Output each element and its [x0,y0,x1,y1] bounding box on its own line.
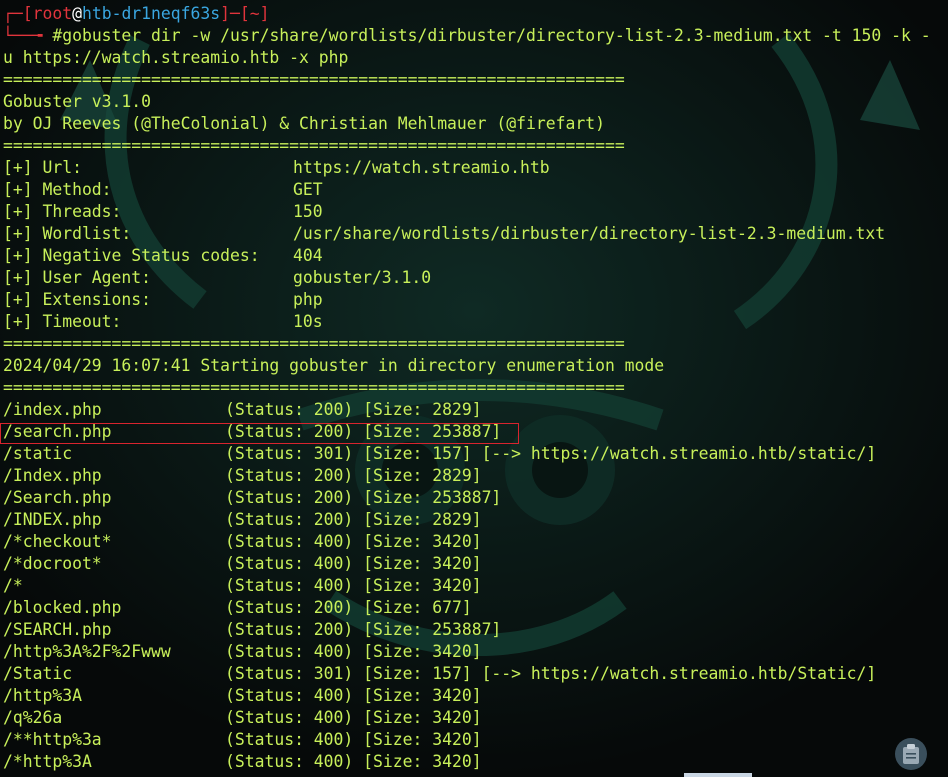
prompt-dir: ~ [249,4,260,23]
separator: ========================================… [3,378,625,397]
result-row: /INDEX.php (Status: 200) [Size: 2829] [3,509,948,531]
prompt-line: ┌─[root@htb-dr1neqf63s]─[~] [3,4,270,23]
result-row: /index.php (Status: 200) [Size: 2829] [3,399,948,421]
taskbar-indicator [684,773,752,777]
separator: ========================================… [3,70,625,89]
result-info: (Status: 400) [Size: 3420] [225,576,482,595]
config-label: [+] Url: [3,158,82,177]
result-info: (Status: 400) [Size: 3420] [225,642,482,661]
config-value: php [293,290,323,309]
result-path: /Static [3,664,73,683]
result-info: (Status: 400) [Size: 3420] [225,708,482,727]
result-path: /*http%3A [3,752,92,771]
config-value: 10s [293,312,323,331]
config-row: [+] Negative Status codes: 404 [3,245,948,267]
clipboard-button[interactable] [895,738,927,770]
result-path: /*checkout* [3,532,112,551]
config-value: 404 [293,246,323,265]
result-info: (Status: 200) [Size: 677] [225,598,472,617]
config-label: [+] Wordlist: [3,224,132,243]
result-path: /**http%3a [3,730,102,749]
separator: ========================================… [3,334,625,353]
result-row: /http%3A%2F%2Fwww (Status: 400) [Size: 34… [3,641,948,663]
result-row: /http%3A (Status: 400) [Size: 3420] [3,685,948,707]
prompt-user: root [32,4,73,23]
config-value: gobuster/3.1.0 [293,268,432,287]
result-row: /*checkout* (Status: 400) [Size: 3420] [3,531,948,553]
config-label: [+] Threads: [3,202,122,221]
result-path: /Search.php [3,488,112,507]
separator: ========================================… [3,136,625,155]
prompt-at: @ [72,4,82,23]
result-path: /q%26a [3,708,63,727]
result-path: /static [3,444,73,463]
config-row: [+] User Agent: gobuster/3.1.0 [3,267,948,289]
result-row: /*docroot* (Status: 400) [Size: 3420] [3,553,948,575]
result-path: /Index.php [3,466,102,485]
result-path: /blocked.php [3,598,122,617]
prompt-host: htb-dr1neqf63s [81,4,221,23]
result-path: /* [3,576,23,595]
highlight-box [0,423,519,444]
command-text: #gobuster dir -w /usr/share/wordlists/di… [52,26,931,45]
result-info: (Status: 200) [Size: 253887] [225,488,502,507]
result-info: (Status: 400) [Size: 3420] [225,532,482,551]
result-row: /blocked.php (Status: 200) [Size: 677] [3,597,948,619]
result-info: (Status: 400) [Size: 3420] [225,686,482,705]
config-label: [+] Extensions: [3,290,152,309]
result-info: (Status: 200) [Size: 253887] [225,620,502,639]
config-row: [+] Threads: 150 [3,201,948,223]
config-value: /usr/share/wordlists/dirbuster/directory… [293,224,886,243]
start-message: 2024/04/29 16:07:41 Starting gobuster in… [3,356,665,375]
result-row: /*http%3A (Status: 400) [Size: 3420] [3,751,948,773]
result-row: /* (Status: 400) [Size: 3420] [3,575,948,597]
config-row: [+] Wordlist: /usr/share/wordlists/dirbus… [3,223,948,245]
result-path: /index.php [3,400,102,419]
command-line: └──╼ #gobuster dir -w /usr/share/wordlis… [3,26,931,45]
result-info: (Status: 301) [Size: 157] [--> https://w… [225,444,877,463]
result-path: /http%3A%2F%2Fwww [3,642,171,661]
config-label: [+] User Agent: [3,268,152,287]
config-row: [+] Method: GET [3,179,948,201]
result-info: (Status: 200) [Size: 2829] [225,466,482,485]
config-row: [+] Extensions: php [3,289,948,311]
result-path: /SEARCH.php [3,620,112,639]
clipboard-icon [903,744,919,764]
config-value: 150 [293,202,323,221]
result-row: /static (Status: 301) [Size: 157] [--> ht… [3,443,948,465]
result-info: (Status: 200) [Size: 2829] [225,510,482,529]
result-info: (Status: 400) [Size: 3420] [225,752,482,771]
result-row: /q%26a (Status: 400) [Size: 3420] [3,707,948,729]
banner-authors: by OJ Reeves (@TheColonial) & Christian … [3,114,605,133]
config-label: [+] Negative Status codes: [3,246,260,265]
result-path: /INDEX.php [3,510,102,529]
config-row: [+] Url: https://watch.streamio.htb [3,157,948,179]
config-label: [+] Method: [3,180,112,199]
result-row: /SEARCH.php (Status: 200) [Size: 253887] [3,619,948,641]
result-row: /Static (Status: 301) [Size: 157] [--> ht… [3,663,948,685]
terminal-output: ┌─[root@htb-dr1neqf63s]─[~] └──╼ #gobust… [3,3,948,773]
config-value: https://watch.streamio.htb [293,158,550,177]
config-value: GET [293,180,323,199]
config-row: [+] Timeout: 10s [3,311,948,333]
result-row: /**http%3a (Status: 400) [Size: 3420] [3,729,948,751]
banner-title: Gobuster v3.1.0 [3,92,152,111]
result-path: /http%3A [3,686,82,705]
result-row: /Index.php (Status: 200) [Size: 2829] [3,465,948,487]
result-path: /*docroot* [3,554,102,573]
command-text-continued: u https://watch.streamio.htb -x php [3,48,349,67]
config-label: [+] Timeout: [3,312,122,331]
result-info: (Status: 400) [Size: 3420] [225,554,482,573]
result-row: /Search.php (Status: 200) [Size: 253887] [3,487,948,509]
result-info: (Status: 400) [Size: 3420] [225,730,482,749]
result-info: (Status: 301) [Size: 157] [--> https://w… [225,664,877,683]
result-info: (Status: 200) [Size: 2829] [225,400,482,419]
